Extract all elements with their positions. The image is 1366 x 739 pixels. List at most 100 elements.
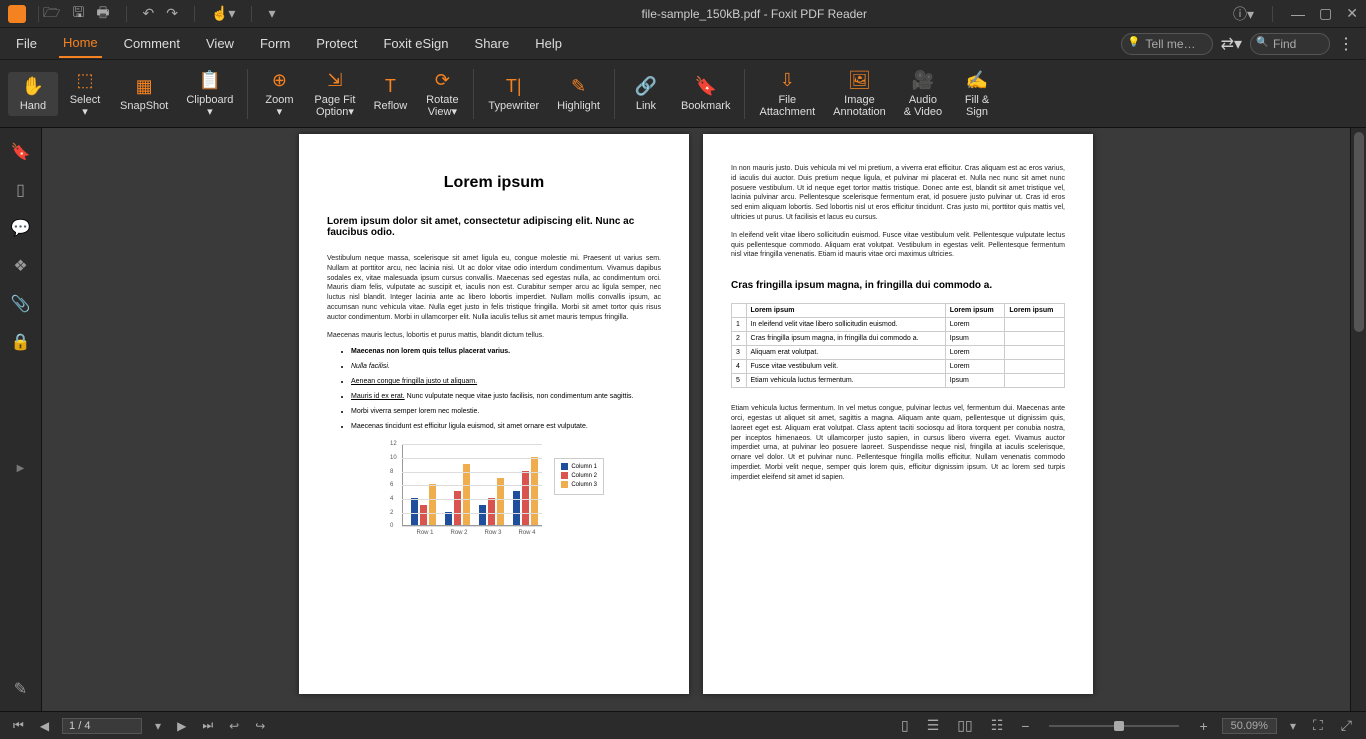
single-page-icon[interactable]: ▯ xyxy=(897,715,913,736)
touch-icon[interactable]: ☝▾ xyxy=(211,5,235,22)
zoom-slider[interactable] xyxy=(1049,725,1179,727)
qat-more-icon[interactable]: ▾ xyxy=(268,5,275,22)
page-number-input[interactable]: 1 / 4 xyxy=(62,718,142,734)
maximize-icon[interactable]: ▢ xyxy=(1319,5,1332,22)
expand-panel-icon[interactable]: ▶ xyxy=(17,463,25,474)
ribbon-reflow-button[interactable]: TReflow xyxy=(365,72,415,116)
signatures-icon[interactable]: ✎ xyxy=(14,679,27,699)
tab-help[interactable]: Help xyxy=(531,30,566,57)
list-item: Maecenas non lorem quis tellus placerat … xyxy=(351,348,661,355)
continuous-facing-icon[interactable]: ☷ xyxy=(987,715,1008,736)
ribbon-icon: 🔗 xyxy=(635,76,657,98)
comments-icon[interactable]: 💬 xyxy=(11,218,31,238)
ribbon-icon: T| xyxy=(506,76,522,98)
pages-icon[interactable]: ▯ xyxy=(16,180,25,200)
next-page-icon[interactable]: ▶ xyxy=(174,719,189,733)
save-icon[interactable]: 🖫 xyxy=(72,2,84,26)
attachments-icon[interactable]: 📎 xyxy=(11,294,31,314)
page-dropdown-icon[interactable]: ▾ xyxy=(152,719,164,733)
quick-access-toolbar: 🗁 🖫 🖶 ↶ ↷ ☝▾ ▾ xyxy=(43,2,276,26)
tell-me-input[interactable]: Tell me… xyxy=(1121,33,1213,55)
ribbon-icon: T xyxy=(385,76,396,98)
ribbon-fill-button[interactable]: ✍Fill &Sign xyxy=(952,66,1002,122)
ribbon: ✋Hand⬚Select▾▦SnapShot📋Clipboard▾⊕Zoom▾⇲… xyxy=(0,60,1366,128)
account-icon[interactable]: ⓘ▾ xyxy=(1233,4,1254,24)
tab-esign[interactable]: Foxit eSign xyxy=(379,30,452,57)
zoom-dropdown-icon[interactable]: ▾ xyxy=(1287,719,1299,733)
ribbon-pagefit-button[interactable]: ⇲Page FitOption▾ xyxy=(306,66,363,122)
page1-title: Lorem ipsum xyxy=(327,174,661,192)
ribbon-bookmark-button[interactable]: 🔖Bookmark xyxy=(673,72,739,116)
redo-icon[interactable]: ↷ xyxy=(166,5,178,22)
search-options-icon[interactable]: ⇄▾ xyxy=(1221,34,1242,54)
ribbon-icon: 🔖 xyxy=(695,76,717,98)
app-logo-icon xyxy=(8,5,26,23)
navigation-panel: 🔖 ▯ 💬 ❖ 📎 🔒 ▶ ✎ xyxy=(0,128,42,711)
open-icon[interactable]: 🗁 xyxy=(43,2,60,26)
vertical-scrollbar[interactable] xyxy=(1350,128,1366,711)
ribbon-rotate-button[interactable]: ⟳RotateView▾ xyxy=(417,66,467,122)
back-view-icon[interactable]: ↩ xyxy=(226,719,242,733)
undo-icon[interactable]: ↶ xyxy=(143,5,155,22)
page2-para2: In eleifend velit vitae libero sollicitu… xyxy=(731,231,1065,260)
ribbon-highlight-button[interactable]: ✎Highlight xyxy=(549,72,608,116)
fullscreen-icon[interactable]: ⤢ xyxy=(1337,715,1356,736)
ribbon-file-button[interactable]: ⇩FileAttachment xyxy=(751,66,823,122)
first-page-icon[interactable]: ⏮ xyxy=(10,718,27,733)
page2-para1: In non mauris justo. Duis vehicula mi ve… xyxy=(731,164,1065,223)
tab-home[interactable]: Home xyxy=(59,29,102,58)
last-page-icon[interactable]: ⏭ xyxy=(199,718,216,733)
find-input[interactable]: Find xyxy=(1250,33,1330,55)
menu-more-icon[interactable]: ⋮ xyxy=(1338,34,1354,54)
ribbon-clipboard-button[interactable]: 📋Clipboard▾ xyxy=(178,66,241,122)
tab-form[interactable]: Form xyxy=(256,30,294,57)
tab-comment[interactable]: Comment xyxy=(120,30,184,57)
menu-tabs: File Home Comment View Form Protect Foxi… xyxy=(0,28,1366,60)
list-item: Mauris id ex erat. Nunc vulputate neque … xyxy=(351,393,661,400)
zoom-value[interactable]: 50.09% xyxy=(1222,718,1277,734)
continuous-icon[interactable]: ☰ xyxy=(923,715,944,736)
ribbon-icon: ⇲ xyxy=(327,70,342,92)
ribbon-image-button[interactable]: 🖼ImageAnnotation xyxy=(825,66,894,122)
ribbon-snapshot-button[interactable]: ▦SnapShot xyxy=(112,72,176,116)
page2-table: Lorem ipsumLorem ipsumLorem ipsum1In ele… xyxy=(731,303,1065,388)
fit-page-icon[interactable]: ⛶ xyxy=(1309,715,1327,736)
ribbon-select-button[interactable]: ⬚Select▾ xyxy=(60,66,110,122)
zoom-in-icon[interactable]: + xyxy=(1195,716,1211,736)
prev-page-icon[interactable]: ◀ xyxy=(37,719,52,733)
ribbon-link-button[interactable]: 🔗Link xyxy=(621,72,671,116)
layers-icon[interactable]: ❖ xyxy=(13,256,27,276)
ribbon-icon: 📋 xyxy=(199,70,221,92)
facing-icon[interactable]: ▯▯ xyxy=(953,715,976,736)
tab-file[interactable]: File xyxy=(12,30,41,57)
tab-protect[interactable]: Protect xyxy=(312,30,361,57)
print-icon[interactable]: 🖶 xyxy=(96,2,109,26)
table-row: 3Aliquam erat volutpat.Lorem xyxy=(732,346,1065,360)
ribbon-zoom-button[interactable]: ⊕Zoom▾ xyxy=(254,66,304,122)
security-icon[interactable]: 🔒 xyxy=(11,332,31,352)
pdf-page-2: In non mauris justo. Duis vehicula mi ve… xyxy=(703,134,1093,694)
tab-share[interactable]: Share xyxy=(471,30,514,57)
ribbon-icon: ⟳ xyxy=(435,70,450,92)
list-item: Nulla facilisi. xyxy=(351,363,661,370)
window-title: file-sample_150kB.pdf - Foxit PDF Reader xyxy=(276,7,1234,21)
tab-view[interactable]: View xyxy=(202,30,238,57)
chart-legend: Column 1Column 2Column 3 xyxy=(554,458,604,495)
ribbon-icon: ▦ xyxy=(136,76,153,98)
zoom-out-icon[interactable]: − xyxy=(1017,716,1033,736)
list-item: Maecenas tincidunt est efficitur ligula … xyxy=(351,423,661,430)
page1-para1: Vestibulum neque massa, scelerisque sit … xyxy=(327,254,661,323)
forward-view-icon[interactable]: ↪ xyxy=(252,719,268,733)
ribbon-icon: ⊕ xyxy=(272,70,287,92)
ribbon-typewriter-button[interactable]: T|Typewriter xyxy=(480,72,547,116)
minimize-icon[interactable]: — xyxy=(1291,6,1305,22)
page2-para3: Etiam vehicula luctus fermentum. In vel … xyxy=(731,404,1065,482)
document-canvas[interactable]: Lorem ipsum Lorem ipsum dolor sit amet, … xyxy=(42,128,1350,711)
ribbon-icon: ⬚ xyxy=(76,70,93,92)
ribbon-hand-button[interactable]: ✋Hand xyxy=(8,72,58,116)
close-icon[interactable]: ✕ xyxy=(1346,5,1358,22)
ribbon-audio-button[interactable]: 🎥Audio& Video xyxy=(896,66,950,122)
list-item: Aenean congue fringilla justo ut aliquam… xyxy=(351,378,661,385)
bookmarks-icon[interactable]: 🔖 xyxy=(11,142,31,162)
title-bar: 🗁 🖫 🖶 ↶ ↷ ☝▾ ▾ file-sample_150kB.pdf - F… xyxy=(0,0,1366,28)
